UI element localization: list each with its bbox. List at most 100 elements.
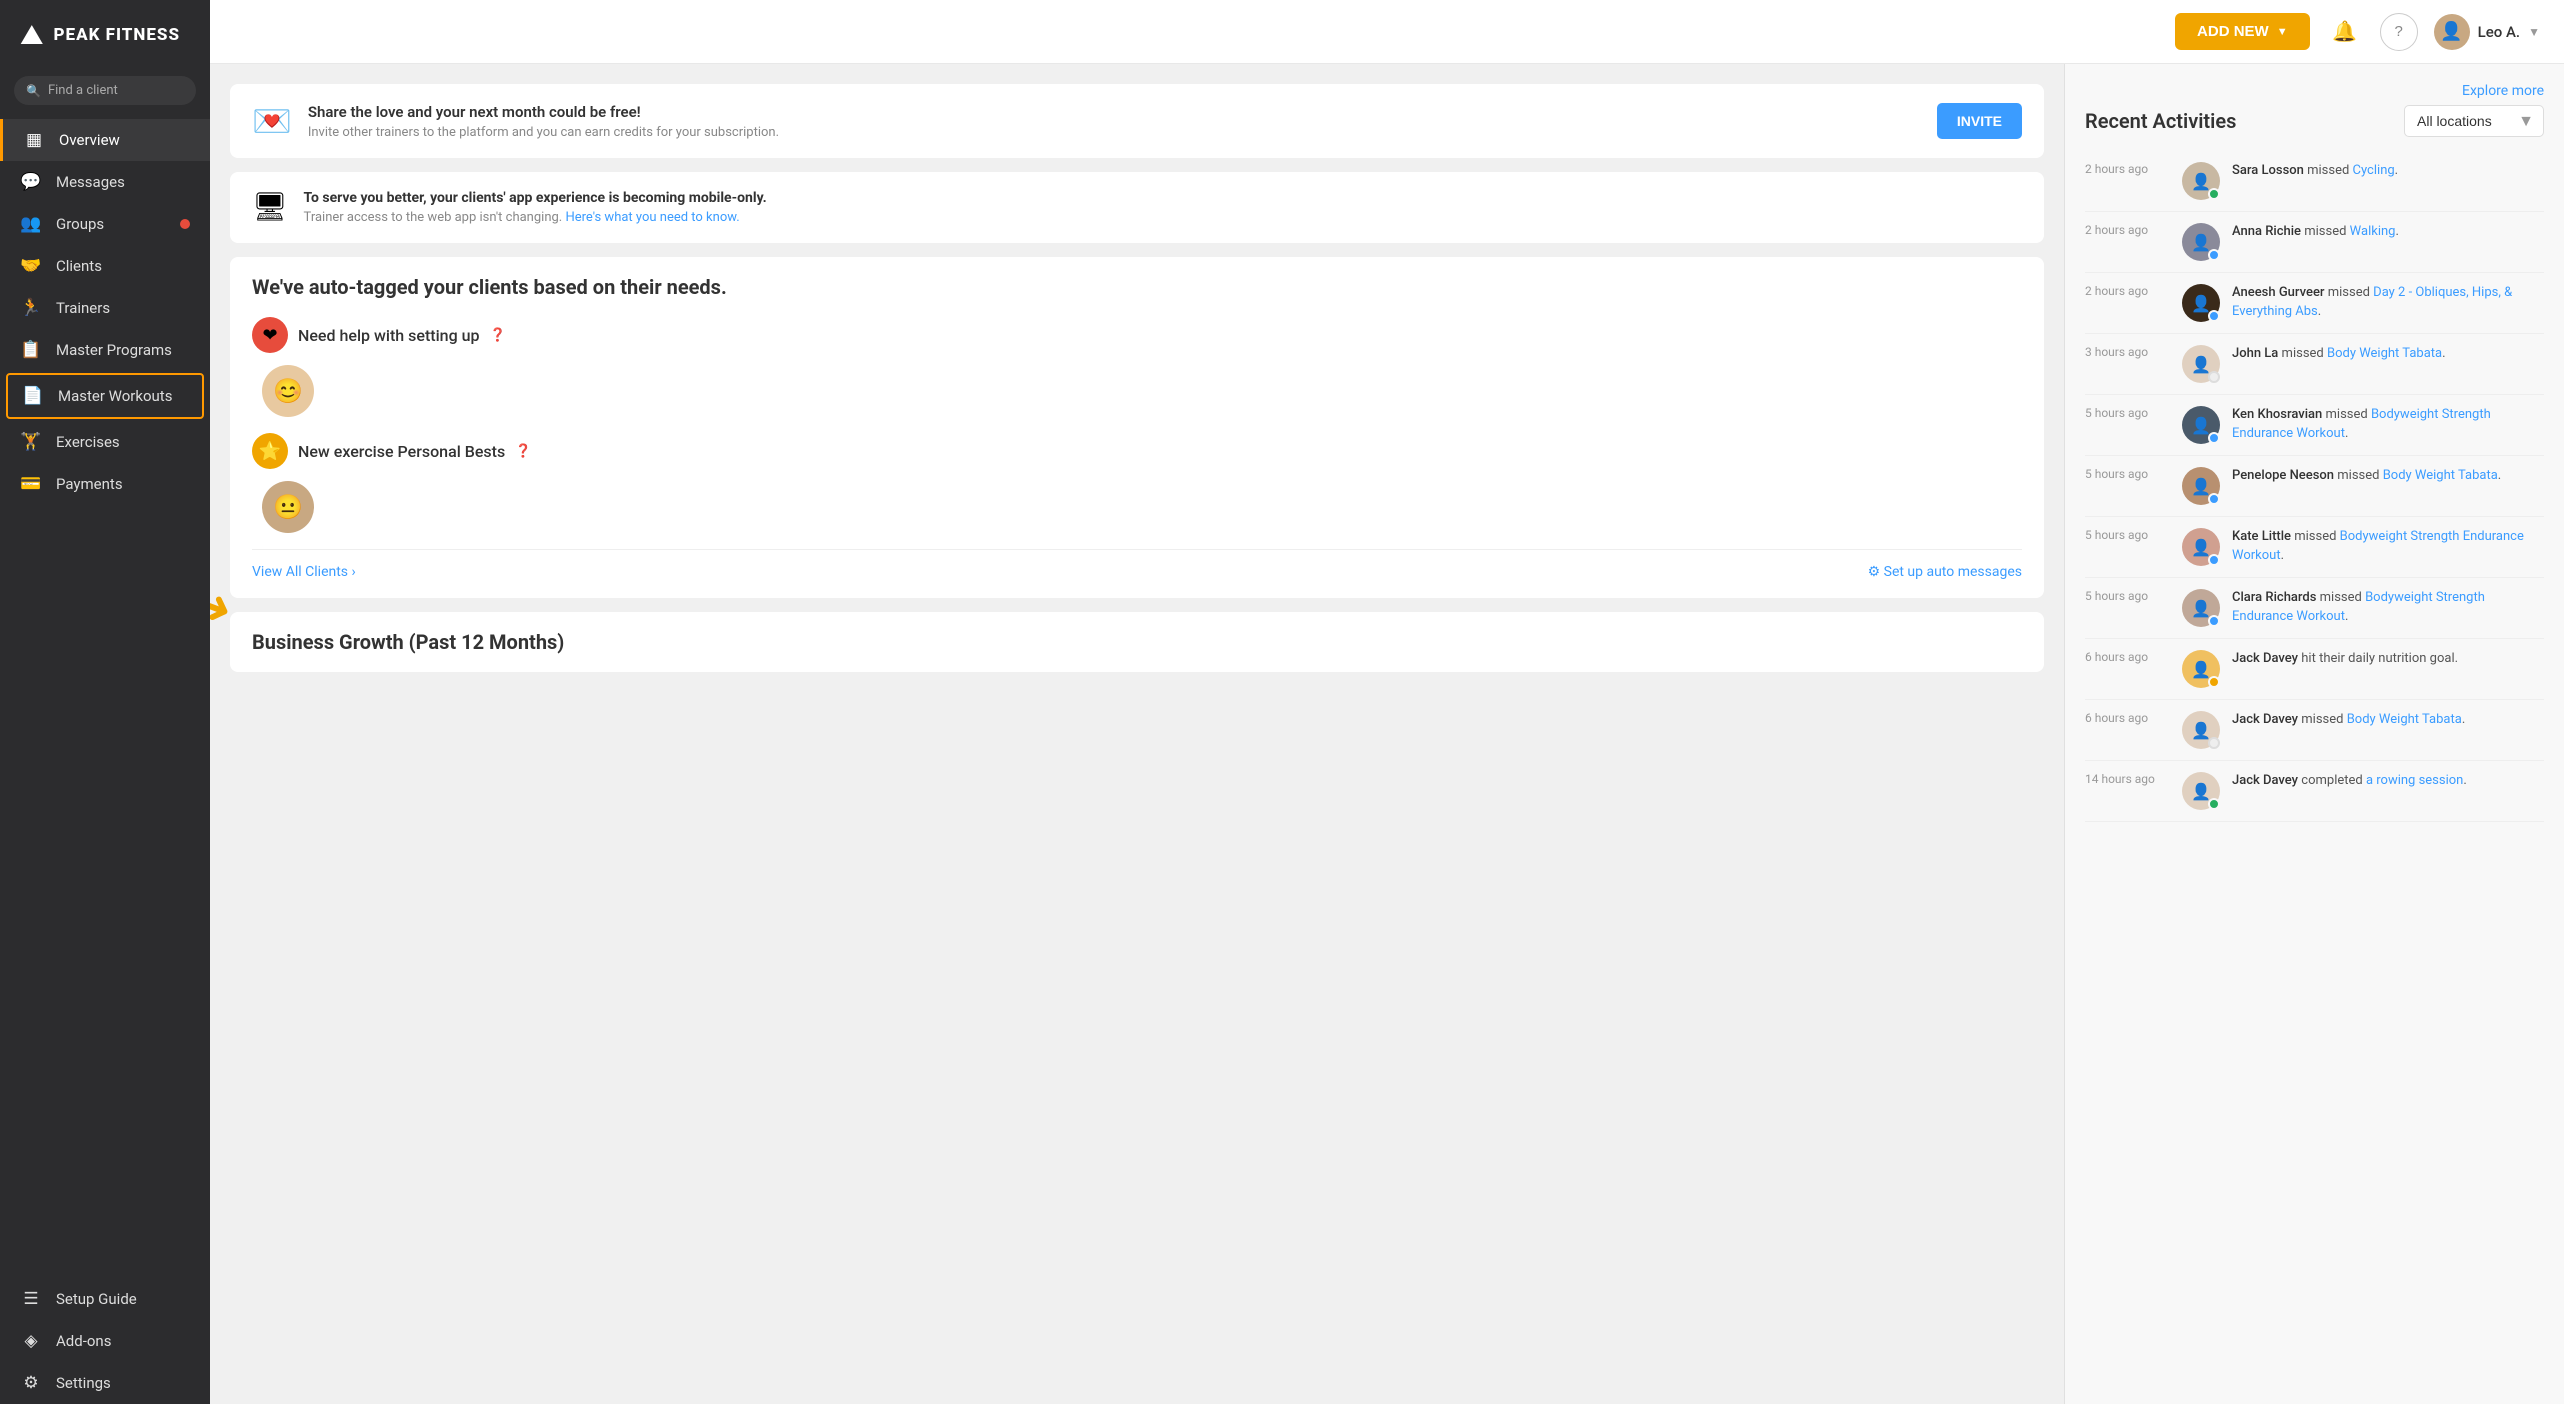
activity-time: 5 hours ago (2085, 528, 2170, 542)
sidebar-item-settings[interactable]: ⚙ Settings (0, 1362, 210, 1404)
business-growth-card: Business Growth (Past 12 Months) (230, 612, 2044, 672)
location-select[interactable]: All locations (2404, 105, 2544, 137)
right-panel: Explore more Recent Activities All locat… (2064, 64, 2564, 1404)
sidebar-item-payments[interactable]: 💳 Payments (0, 463, 210, 505)
activity-item: 14 hours ago 👤 Jack Davey completed a ro… (2085, 761, 2544, 822)
activity-time: 5 hours ago (2085, 406, 2170, 420)
nav-label-payments: Payments (56, 475, 123, 493)
activity-avatar: 👤 (2182, 345, 2220, 383)
user-menu[interactable]: 👤 Leo A. ▼ (2434, 14, 2540, 50)
activity-text: Jack Davey completed a rowing session. (2232, 772, 2467, 791)
activity-avatar: 👤 (2182, 467, 2220, 505)
activity-user-link[interactable]: Clara Richards (2232, 590, 2316, 605)
sidebar-item-add-ons[interactable]: ◈ Add-ons (0, 1320, 210, 1362)
sidebar-item-exercises[interactable]: 🏋 Exercises (0, 421, 210, 463)
notifications-button[interactable]: 🔔 (2326, 13, 2364, 51)
logo-icon: ⛰ (20, 18, 44, 52)
activity-time: 14 hours ago (2085, 772, 2170, 786)
search-placeholder: Find a client (48, 83, 118, 98)
sidebar-item-master-programs[interactable]: 📋 Master Programs (0, 329, 210, 371)
sidebar-item-trainers[interactable]: 🏃 Trainers (0, 287, 210, 329)
sidebar-item-setup-guide[interactable]: ☰ Setup Guide (0, 1278, 210, 1320)
sidebar-item-groups[interactable]: 👥 Groups (0, 203, 210, 245)
activity-user-link[interactable]: Kate Little (2232, 529, 2291, 544)
activity-user-link[interactable]: Sara Losson (2232, 163, 2304, 178)
activity-user-link[interactable]: Anna Richie (2232, 224, 2301, 239)
content-area: 💌 Share the love and your next month cou… (210, 64, 2564, 1404)
tag-header-pb: ⭐ New exercise Personal Bests ❓ (252, 433, 2022, 469)
sidebar-item-master-workouts[interactable]: 📄 Master Workouts (6, 373, 204, 419)
client-avatar-1: 😊 (262, 365, 314, 417)
nav-label-clients: Clients (56, 257, 102, 275)
tagged-card: We've auto-tagged your clients based on … (230, 257, 2044, 598)
user-name: Leo A. (2478, 23, 2521, 41)
help-client-avatars: 😊 (252, 365, 2022, 417)
promo-icon: 💌 (252, 102, 292, 140)
activity-item: 2 hours ago 👤 Sara Losson missed Cycling… (2085, 151, 2544, 212)
activity-text: Aneesh Gurveer missed Day 2 - Obliques, … (2232, 284, 2544, 322)
invite-button[interactable]: INVITE (1937, 103, 2022, 139)
view-all-clients-link[interactable]: View All Clients › (252, 564, 356, 580)
activity-item-link[interactable]: Body Weight Tabata (2347, 712, 2462, 727)
help-badge: ❤ (252, 317, 288, 353)
sidebar-item-clients[interactable]: 🤝 Clients (0, 245, 210, 287)
recent-activities-title: Recent Activities (2085, 109, 2236, 133)
activity-text: Jack Davey hit their daily nutrition goa… (2232, 650, 2458, 669)
activity-avatar: 👤 (2182, 406, 2220, 444)
activity-user-link[interactable]: Jack Davey (2232, 651, 2298, 666)
activity-text: John La missed Body Weight Tabata. (2232, 345, 2446, 364)
activity-avatar: 👤 (2182, 162, 2220, 200)
info-card: 🖥 To serve you better, your clients' app… (230, 172, 2044, 243)
setup-auto-messages-link[interactable]: ⚙ Set up auto messages (1868, 564, 2022, 580)
activity-item-link[interactable]: Cycling (2353, 163, 2395, 178)
help-question-icon[interactable]: ❓ (490, 328, 506, 343)
nav-label-overview: Overview (59, 131, 120, 149)
activity-item-link[interactable]: a rowing session (2366, 773, 2463, 788)
sidebar-item-messages[interactable]: 💬 Messages (0, 161, 210, 203)
activity-user-link[interactable]: Jack Davey (2232, 712, 2298, 727)
activity-text: Kate Little missed Bodyweight Strength E… (2232, 528, 2544, 566)
activity-time: 2 hours ago (2085, 162, 2170, 176)
activity-user-link[interactable]: John La (2232, 346, 2278, 361)
tagged-title: We've auto-tagged your clients based on … (252, 275, 2022, 299)
status-dot (2208, 249, 2220, 261)
nav-items: ▦ Overview 💬 Messages 👥 Groups 🤝 Clients… (0, 119, 210, 505)
business-title: Business Growth (Past 12 Months) (252, 630, 2022, 654)
find-client-search[interactable]: 🔍 Find a client (14, 76, 196, 105)
info-description: Trainer access to the web app isn't chan… (304, 210, 767, 225)
activity-avatar: 👤 (2182, 528, 2220, 566)
dropdown-arrow-icon: ▼ (2277, 26, 2288, 38)
activity-user-link[interactable]: Jack Davey (2232, 773, 2298, 788)
info-link[interactable]: Here's what you need to know. (565, 210, 739, 225)
add-new-button[interactable]: ADD NEW ▼ (2175, 13, 2310, 50)
activity-time: 3 hours ago (2085, 345, 2170, 359)
activity-text: Anna Richie missed Walking. (2232, 223, 2399, 242)
explore-more-link[interactable]: Explore more (2462, 83, 2544, 99)
activity-user-link[interactable]: Aneesh Gurveer (2232, 285, 2325, 300)
tag-section-help: ❤ Need help with setting up ❓ 😊 (252, 317, 2022, 417)
activity-item: 5 hours ago 👤 Penelope Neeson missed Bod… (2085, 456, 2544, 517)
nav-label-exercises: Exercises (56, 433, 120, 451)
activity-user-link[interactable]: Penelope Neeson (2232, 468, 2334, 483)
help-button[interactable]: ? (2380, 13, 2418, 51)
activity-item-link[interactable]: Body Weight Tabata (2327, 346, 2442, 361)
info-title: To serve you better, your clients' app e… (304, 190, 767, 206)
pb-question-icon[interactable]: ❓ (515, 444, 531, 459)
help-label: Need help with setting up (298, 326, 480, 345)
activity-item: 6 hours ago 👤 Jack Davey missed Body Wei… (2085, 700, 2544, 761)
activity-avatar: 👤 (2182, 284, 2220, 322)
activity-time: 5 hours ago (2085, 467, 2170, 481)
location-select-wrap: All locations ▼ (2404, 105, 2544, 137)
activity-avatar: 👤 (2182, 223, 2220, 261)
activity-text: Sara Losson missed Cycling. (2232, 162, 2398, 181)
nav-label-messages: Messages (56, 173, 125, 191)
activity-user-link[interactable]: Ken Khosravian (2232, 407, 2322, 422)
nav-label-master-workouts: Master Workouts (58, 387, 172, 405)
info-icon: 🖥 (252, 190, 288, 223)
activity-item-link[interactable]: Walking (2350, 224, 2396, 239)
main-area: ADD NEW ▼ 🔔 ? 👤 Leo A. ▼ 💌 Share the lov… (210, 0, 2564, 1404)
promo-title: Share the love and your next month could… (308, 103, 1921, 121)
bottom-nav-items: ☰ Setup Guide ◈ Add-ons ⚙ Settings (0, 1278, 210, 1404)
sidebar-item-overview[interactable]: ▦ Overview (0, 119, 210, 161)
activity-item-link[interactable]: Body Weight Tabata (2383, 468, 2498, 483)
